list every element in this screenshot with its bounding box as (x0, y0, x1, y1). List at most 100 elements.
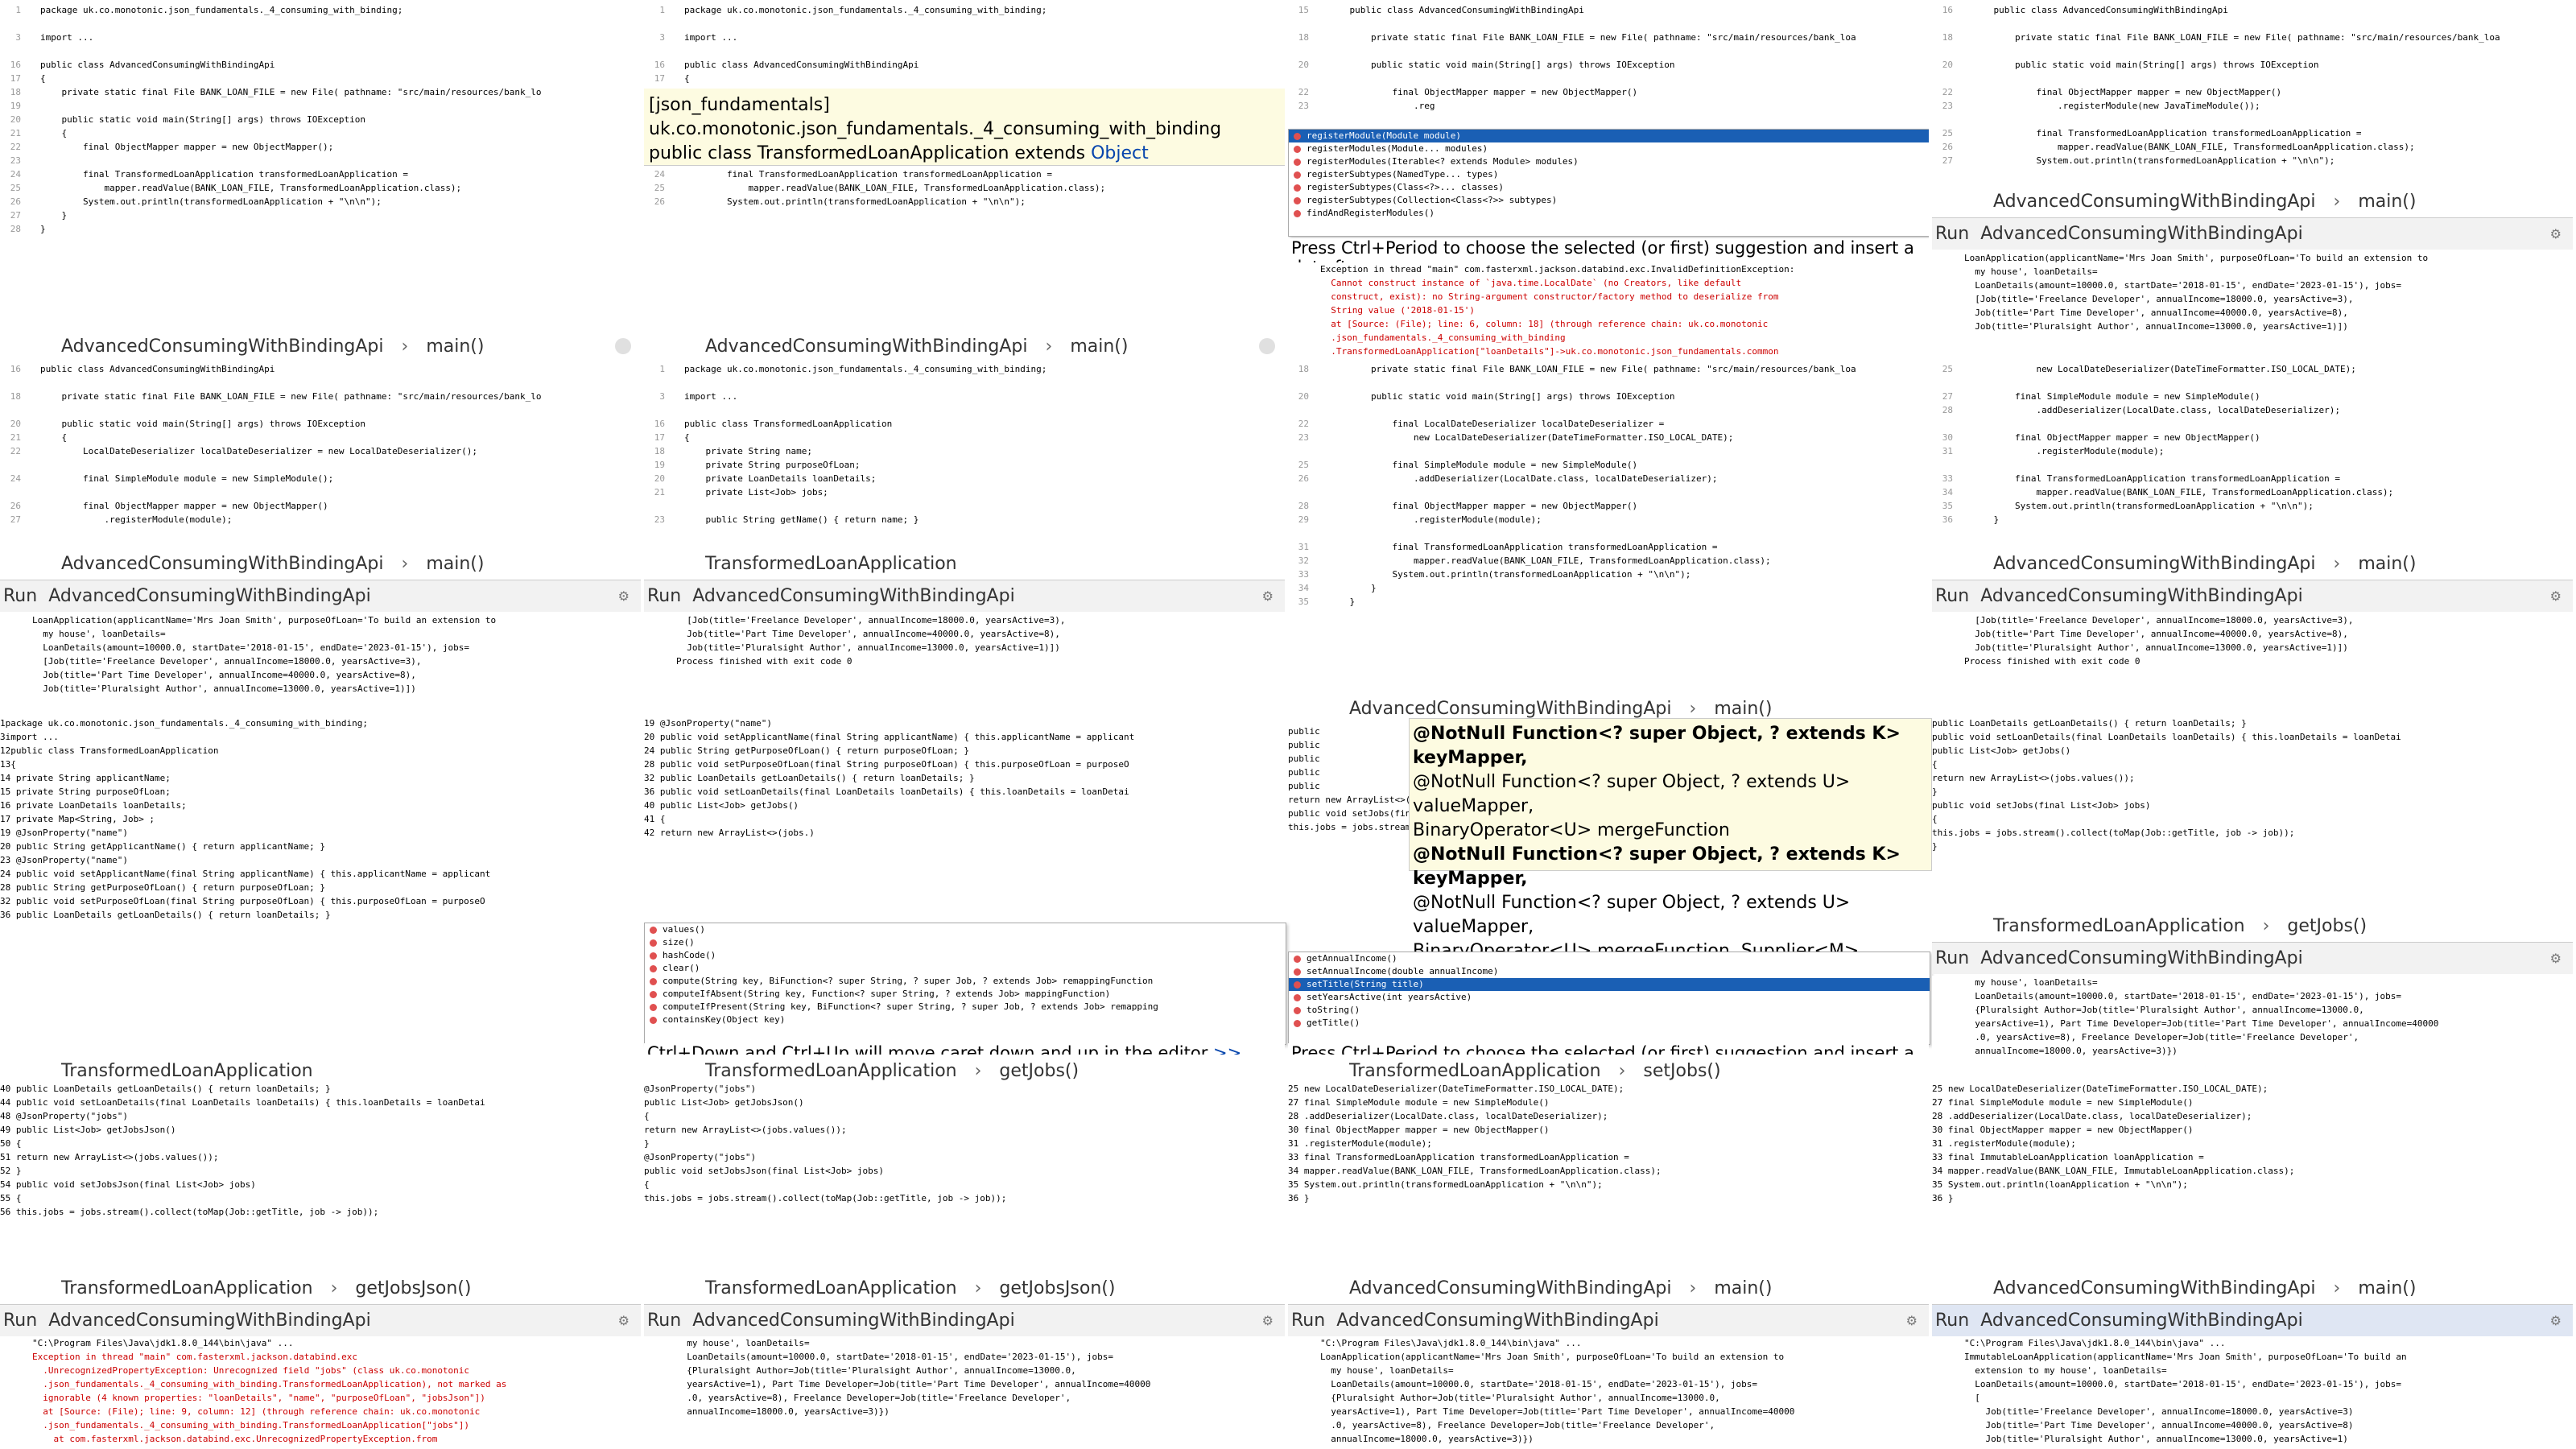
code-line[interactable]: 28} (0, 222, 641, 236)
code-line[interactable]: 36 public LoanDetails getLoanDetails() {… (0, 908, 641, 922)
code-line[interactable]: 32 public void setPurposeOfLoan(final St… (0, 894, 641, 908)
breadcrumb-method[interactable]: main() (1714, 1278, 1772, 1298)
code-line[interactable]: 30 final ObjectMapper mapper = new Objec… (1288, 1123, 1929, 1137)
code-line[interactable]: 28 .addDeserializer(LocalDate.class, loc… (1932, 403, 2573, 417)
code-line[interactable]: 16 public class TransformedLoanApplicatio… (644, 417, 1285, 431)
code-line[interactable]: 35 System.out.println(transformedLoanApp… (1288, 1178, 1929, 1191)
code-line[interactable]: 27 final SimpleModule module = new Simpl… (1932, 390, 2573, 403)
code-line[interactable]: 36 } (1932, 513, 2573, 526)
code-line[interactable]: 29 .registerModule(module); (1288, 513, 1929, 526)
code-line[interactable]: 25 mapper.readValue(BANK_LOAN_FILE, Tran… (0, 181, 641, 195)
code-line[interactable] (0, 17, 641, 31)
breadcrumb-class[interactable]: TransformedLoanApplication (61, 1278, 313, 1298)
run-config-name[interactable]: AdvancedConsumingWithBindingApi (1980, 224, 2303, 244)
code-line[interactable]: 27 final SimpleModule module = new Simpl… (1932, 1096, 2573, 1109)
code-line[interactable] (1288, 526, 1929, 540)
completion-item[interactable]: setYearsActive(int yearsActive) (1289, 991, 1930, 1004)
code-line[interactable]: 48 @JsonProperty("jobs") (0, 1109, 641, 1123)
code-line[interactable]: 23 public String getName() { return name… (644, 513, 1285, 526)
breadcrumb-method[interactable]: getJobsJson() (355, 1278, 471, 1298)
code-line[interactable]: 24 public String getPurposeOfLoan() { re… (644, 744, 1285, 758)
code-line[interactable] (1288, 44, 1929, 58)
code-line[interactable]: 44 public void setLoanDetails(final Loan… (0, 1096, 641, 1109)
code-editor-tile8b[interactable]: public LoanDetails getLoanDetails() { re… (1932, 716, 2573, 902)
completion-popup-tile7[interactable]: getAnnualIncome() setAnnualIncome(double … (1288, 952, 1930, 1045)
code-line[interactable]: 18 private static final File BANK_LOAN_F… (1932, 31, 2573, 44)
code-line[interactable]: @JsonProperty("jobs") (644, 1082, 1285, 1096)
code-line[interactable]: 17 private Map<String, Job> ; (0, 812, 641, 826)
breadcrumb-class[interactable]: AdvancedConsumingWithBindingApi (1993, 192, 2316, 212)
code-line[interactable]: 20 public static void main(String[] args… (1288, 58, 1929, 72)
code-line[interactable]: 41 { (644, 812, 1285, 826)
run-config-name[interactable]: AdvancedConsumingWithBindingApi (48, 586, 371, 606)
breadcrumb-class[interactable]: AdvancedConsumingWithBindingApi (61, 554, 384, 574)
code-line[interactable]: 24 public void setApplicantName(final St… (0, 867, 641, 881)
code-line[interactable]: 19 (0, 99, 641, 113)
code-line[interactable]: 24 final TransformedLoanApplication tran… (0, 167, 641, 181)
code-line[interactable]: 16 public class AdvancedConsumingWithBind… (0, 58, 641, 72)
breadcrumb-class[interactable]: AdvancedConsumingWithBindingApi (1993, 1278, 2316, 1298)
code-line[interactable]: 3 import ... (0, 31, 641, 44)
code-line[interactable]: public List<Job> getJobs() (1932, 744, 2573, 758)
run-tab-label[interactable]: Run (647, 1311, 681, 1331)
code-line[interactable]: 56 this.jobs = jobs.stream().collect(toM… (0, 1205, 641, 1219)
code-editor[interactable]: 15 public class AdvancedConsumingWithBin… (1288, 3, 1929, 132)
completion-item[interactable]: values() (645, 923, 1286, 936)
code-line[interactable]: 13{ (0, 758, 641, 771)
code-line[interactable]: 28 public void setPurposeOfLoan(final St… (644, 758, 1285, 771)
breadcrumb-method[interactable]: setJobs() (1643, 1061, 1720, 1081)
completion-item[interactable]: computeIfPresent(String key, BiFunction<… (645, 1001, 1286, 1013)
code-line[interactable]: 23 .registerModule(new JavaTimeModule())… (1932, 99, 2573, 113)
code-line[interactable]: 51 return new ArrayList<>(jobs.values())… (0, 1150, 641, 1164)
code-line[interactable]: 15 private String purposeOfLoan; (0, 785, 641, 799)
code-line[interactable] (644, 17, 1285, 31)
completion-item[interactable]: findAndRegisterModules() (1289, 207, 1929, 220)
code-line[interactable]: 19 @JsonProperty("name") (0, 826, 641, 840)
code-line[interactable]: 27 .registerModule(module); (0, 513, 641, 526)
code-line[interactable]: 32 public LoanDetails getLoanDetails() {… (644, 771, 1285, 785)
code-line[interactable] (1288, 485, 1929, 499)
completion-item[interactable]: hashCode() (645, 949, 1286, 962)
code-editor-tile9[interactable]: 40 public LoanDetails getLoanDetails() {… (0, 1082, 641, 1269)
run-config-name[interactable]: AdvancedConsumingWithBindingApi (1980, 586, 2303, 606)
code-line[interactable]: 1 package uk.co.monotonic.json_fundamenta… (0, 3, 641, 17)
code-line[interactable]: return new ArrayList<>(jobs.values()); (644, 1123, 1285, 1137)
code-line[interactable]: 36 } (1932, 1191, 2573, 1205)
breadcrumb-method[interactable]: main() (426, 554, 484, 574)
code-line[interactable]: 1 package uk.co.monotonic.json_fundamenta… (644, 3, 1285, 17)
code-line[interactable]: 22 final ObjectMapper mapper = new Objec… (0, 140, 641, 154)
run-config-name[interactable]: AdvancedConsumingWithBindingApi (692, 1311, 1015, 1331)
breadcrumb-class[interactable]: TransformedLoanApplication (1349, 1061, 1601, 1081)
run-config-name[interactable]: AdvancedConsumingWithBindingApi (1980, 1311, 2303, 1331)
code-line[interactable]: 18 private static final File BANK_LOAN_F… (1288, 31, 1929, 44)
code-editor[interactable]: 18 private static final File BANK_LOAN_F… (1288, 362, 1929, 636)
code-line[interactable]: this.jobs = jobs.stream().collect(toMap(… (644, 1191, 1285, 1205)
run-config-name[interactable]: AdvancedConsumingWithBindingApi (692, 586, 1015, 606)
code-line[interactable]: 23 .reg (1288, 99, 1929, 113)
breadcrumb-class[interactable]: AdvancedConsumingWithBindingApi (1349, 1278, 1672, 1298)
breadcrumb-class[interactable]: TransformedLoanApplication (1993, 916, 2245, 936)
code-line[interactable] (0, 485, 641, 499)
code-line[interactable]: 40 public List<Job> getJobs() (644, 799, 1285, 812)
gear-icon[interactable]: ⚙ (1906, 1313, 1918, 1328)
code-line[interactable]: 20 public void setApplicantName(final St… (644, 730, 1285, 744)
breadcrumb-method[interactable]: main() (2358, 192, 2416, 212)
code-line[interactable]: 54 public void setJobsJson(final List<Jo… (0, 1178, 641, 1191)
code-line[interactable] (1932, 417, 2573, 431)
breadcrumb-method[interactable]: getJobs() (999, 1061, 1079, 1081)
code-line[interactable]: 40 public LoanDetails getLoanDetails() {… (0, 1082, 641, 1096)
code-line[interactable]: 31 final TransformedLoanApplication tran… (1288, 540, 1929, 554)
gear-icon[interactable]: ⚙ (618, 1313, 630, 1328)
code-line[interactable]: 19 @JsonProperty("name") (644, 716, 1285, 730)
doc-object-link[interactable]: Object (1091, 143, 1149, 163)
code-line[interactable]: 25 new LocalDateDeserializer(DateTimeFor… (1288, 1082, 1929, 1096)
completion-item[interactable]: computeIfAbsent(String key, Function<? s… (645, 988, 1286, 1001)
code-line[interactable]: public void setJobs(final List<Job> jobs… (1932, 799, 2573, 812)
code-line[interactable]: 49 public List<Job> getJobsJson() (0, 1123, 641, 1137)
breadcrumb-method[interactable]: main() (1070, 336, 1128, 357)
code-line[interactable]: 20 public static void main(String[] args… (1288, 390, 1929, 403)
code-line[interactable]: 17 { (644, 431, 1285, 444)
code-line[interactable]: 34 mapper.readValue(BANK_LOAN_FILE, Immu… (1932, 1164, 2573, 1178)
code-line[interactable]: 36 } (1288, 1191, 1929, 1205)
code-line[interactable]: 21 private List<Job> jobs; (644, 485, 1285, 499)
